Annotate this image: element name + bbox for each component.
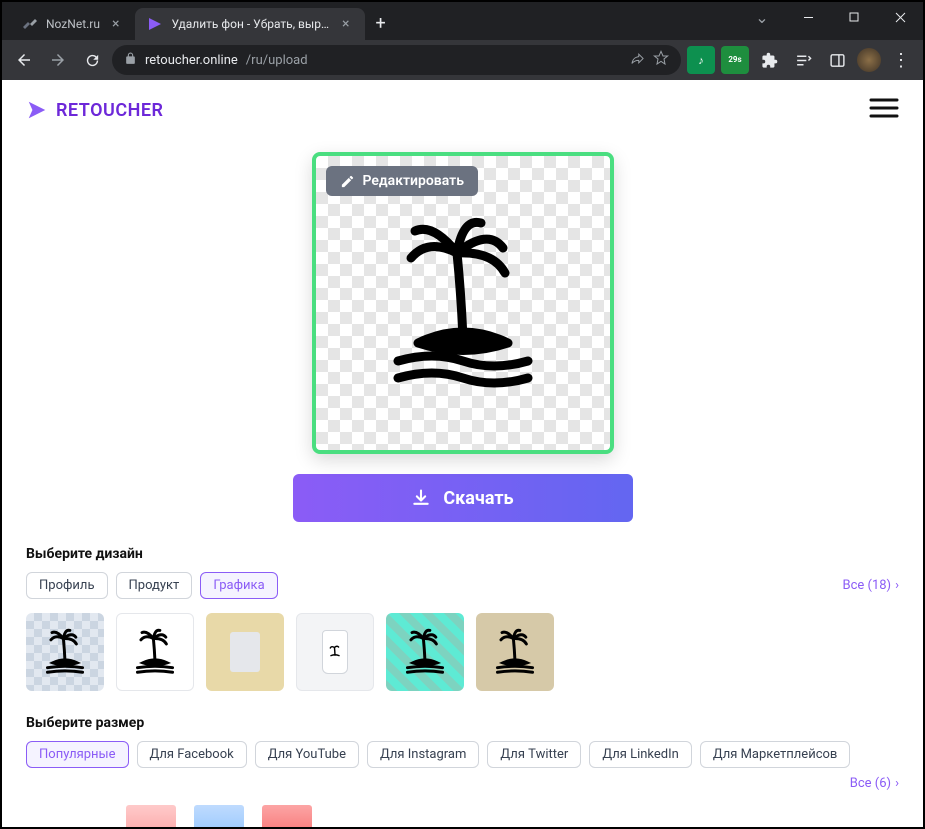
side-panel-icon[interactable] (823, 46, 851, 74)
pill-marketplace[interactable]: Для Маркетплейсов (700, 741, 851, 768)
design-thumb-white[interactable] (116, 613, 194, 691)
pill-linkedin[interactable]: Для LinkedIn (589, 741, 692, 768)
pencil-icon (340, 174, 355, 189)
size-thumb[interactable] (126, 805, 176, 827)
reading-list-icon[interactable] (789, 46, 817, 74)
design-thumb-tan[interactable] (476, 613, 554, 691)
design-thumb-notepad[interactable] (206, 613, 284, 691)
address-bar[interactable]: retoucher.online/ru/upload (112, 45, 681, 75)
preview-area: Редактировать Скачать (26, 152, 899, 522)
forward-button[interactable] (44, 46, 72, 74)
logo-text: RETOUCHER (56, 100, 163, 121)
page-content: RETOUCHER Редактировать (2, 80, 923, 827)
favicon-icon (22, 16, 38, 32)
all-label: Все (18) (842, 578, 891, 593)
size-thumbnails (26, 805, 899, 827)
chevron-right-icon: › (895, 776, 899, 791)
pill-twitter[interactable]: Для Twitter (487, 741, 581, 768)
reload-button[interactable] (78, 46, 106, 74)
size-all-link[interactable]: Все (6) › (850, 776, 899, 791)
new-tab-button[interactable]: + (365, 7, 395, 40)
back-button[interactable] (10, 46, 38, 74)
design-thumb-transparent[interactable] (26, 613, 104, 691)
menu-button[interactable] (869, 96, 899, 124)
download-button[interactable]: Скачать (293, 474, 633, 522)
lock-icon (124, 52, 137, 69)
pill-facebook[interactable]: Для Facebook (137, 741, 247, 768)
extension-music-icon[interactable]: ♪ (687, 46, 715, 74)
edit-button[interactable]: Редактировать (326, 166, 478, 196)
size-title: Выберите размер (26, 715, 899, 731)
window-controls: ⌄ (739, 2, 923, 32)
edit-label: Редактировать (363, 173, 464, 189)
design-thumb-pattern[interactable] (386, 613, 464, 691)
chevron-down-icon[interactable]: ⌄ (739, 2, 785, 32)
window-titlebar: NozNet.ru × Удалить фон - Убрать, выреза… (2, 2, 923, 40)
bookmark-icon[interactable] (653, 50, 669, 70)
size-thumb[interactable] (194, 805, 244, 827)
image-preview: Редактировать (312, 152, 614, 454)
preview-image-icon (363, 203, 563, 403)
extensions-button[interactable] (755, 46, 783, 74)
design-thumbnails (26, 613, 899, 691)
tab-close-icon[interactable]: × (108, 16, 123, 32)
browser-menu-button[interactable]: ⋮ (887, 46, 915, 74)
url-path: /ru/upload (246, 53, 308, 68)
size-section: Выберите размер Популярные Для Facebook … (26, 715, 899, 827)
design-section: Выберите дизайн Профиль Продукт Графика … (26, 546, 899, 691)
browser-tab-inactive[interactable]: NozNet.ru × (10, 8, 135, 40)
design-title: Выберите дизайн (26, 546, 899, 562)
design-pills: Профиль Продукт Графика Все (18) › (26, 572, 899, 599)
pill-profile[interactable]: Профиль (26, 572, 108, 599)
pill-popular[interactable]: Популярные (26, 741, 129, 768)
design-all-link[interactable]: Все (18) › (842, 578, 899, 593)
profile-avatar[interactable] (857, 48, 881, 72)
size-pills: Популярные Для Facebook Для YouTube Для … (26, 741, 899, 791)
tab-title: Удалить фон - Убрать, вырезать (171, 17, 330, 31)
maximize-button[interactable] (831, 2, 877, 32)
design-thumb-cup[interactable] (296, 613, 374, 691)
site-logo[interactable]: RETOUCHER (26, 99, 163, 121)
extension-timer-icon[interactable]: 29s (721, 46, 749, 74)
all-label: Все (6) (850, 776, 891, 791)
site-header: RETOUCHER (26, 96, 899, 124)
share-icon[interactable] (630, 51, 645, 70)
tab-close-icon[interactable]: × (338, 16, 353, 32)
pill-product[interactable]: Продукт (116, 572, 193, 599)
size-thumb[interactable] (262, 805, 312, 827)
chevron-right-icon: › (895, 578, 899, 593)
browser-toolbar: retoucher.online/ru/upload ♪ 29s ⋮ (2, 40, 923, 80)
tab-title: NozNet.ru (46, 17, 100, 31)
url-domain: retoucher.online (145, 53, 238, 68)
browser-tab-active[interactable]: Удалить фон - Убрать, вырезать × (135, 8, 365, 40)
pill-instagram[interactable]: Для Instagram (367, 741, 479, 768)
download-label: Скачать (443, 488, 513, 509)
pill-youtube[interactable]: Для YouTube (255, 741, 359, 768)
favicon-icon (147, 16, 163, 32)
pill-graphics[interactable]: Графика (200, 572, 277, 599)
minimize-button[interactable] (785, 2, 831, 32)
download-icon (411, 488, 431, 508)
close-button[interactable] (877, 2, 923, 32)
